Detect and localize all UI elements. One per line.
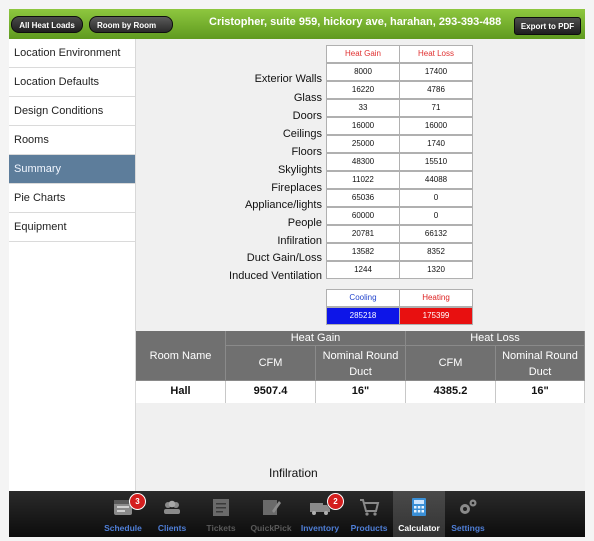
- heat-gain-value: 16220: [326, 81, 400, 99]
- tab-inventory[interactable]: 2 Inventory: [294, 491, 346, 537]
- sidebar-item-location-environment[interactable]: Location Environment: [9, 39, 135, 68]
- sidebar-item-equipment[interactable]: Equipment: [9, 213, 135, 242]
- heat-loss-value: 1740: [399, 135, 473, 153]
- tab-tickets-label: Tickets: [206, 523, 236, 533]
- tab-quickpick-label: QuickPick: [250, 523, 292, 533]
- loss-cfm-cell: 4385.2: [406, 381, 496, 403]
- clients-icon: [164, 500, 180, 514]
- tab-tickets[interactable]: Tickets: [195, 491, 247, 537]
- heat-loss-value: 66132: [399, 225, 473, 243]
- sidebar-item-design-conditions[interactable]: Design Conditions: [9, 97, 135, 126]
- tab-clients[interactable]: Clients: [146, 491, 198, 537]
- cooling-label: Cooling: [326, 289, 400, 307]
- bottom-tab-bar: 3 Schedule Clients Tickets QuickPick 2 I…: [9, 491, 585, 537]
- row-label: Appliance/lights: [244, 199, 322, 211]
- room-name-header: Room Name: [136, 331, 226, 381]
- app-window: All Heat Loads Room by Room▼ Cristopher,…: [9, 9, 585, 537]
- heat-gain-value: 16000: [326, 117, 400, 135]
- sidebar-item-pie-charts[interactable]: Pie Charts: [9, 184, 135, 213]
- row-label: Floors: [291, 146, 322, 158]
- gain-cfm-cell: 9507.4: [226, 381, 316, 403]
- tab-inventory-label: Inventory: [300, 523, 340, 533]
- gain-cfm-header: CFM: [226, 346, 316, 381]
- row-label: Induced Ventilation: [229, 270, 322, 282]
- heat-loss-value: 1320: [399, 261, 473, 279]
- tab-clients-label: Clients: [157, 523, 187, 533]
- heat-gain-header: Heat Gain: [326, 45, 400, 63]
- room-name-cell[interactable]: Hall: [136, 381, 226, 403]
- row-label: Duct Gain/Loss: [246, 252, 322, 264]
- gain-duct-cell: 16": [316, 381, 406, 403]
- export-pdf-button[interactable]: Export to PDF: [514, 17, 581, 35]
- gain-duct-header: Nominal Round Duct: [316, 346, 406, 381]
- row-label: Infilration: [277, 235, 322, 247]
- summary-panel: Heat Gain Heat Loss Exterior Walls 8000 17…: [136, 39, 585, 491]
- tab-products-label: Products: [350, 523, 388, 533]
- heat-loss-value: 44088: [399, 171, 473, 189]
- row-label: Doors: [292, 110, 322, 122]
- quickpick-icon: [263, 500, 281, 515]
- row-label: Skylights: [277, 164, 322, 176]
- heat-gain-value: 20781: [326, 225, 400, 243]
- row-label: Glass: [293, 92, 322, 104]
- heat-loss-value: 17400: [399, 63, 473, 81]
- products-icon: [360, 499, 380, 516]
- tab-calculator[interactable]: Calculator: [393, 491, 445, 537]
- row-label: Ceilings: [282, 128, 322, 140]
- heat-loss-value: 0: [399, 189, 473, 207]
- heat-gain-value: 1244: [326, 261, 400, 279]
- tab-products[interactable]: Products: [343, 491, 395, 537]
- heat-loss-value: 71: [399, 99, 473, 117]
- heat-gain-value: 25000: [326, 135, 400, 153]
- heat-loss-value: 4786: [399, 81, 473, 99]
- heat-gain-value: 48300: [326, 153, 400, 171]
- schedule-badge: 3: [129, 493, 146, 510]
- sidebar-item-rooms[interactable]: Rooms: [9, 126, 135, 155]
- selected-item-label: Infilration: [269, 466, 318, 480]
- tab-calculator-label: Calculator: [398, 523, 440, 533]
- room-by-room-dropdown[interactable]: Room by Room▼: [89, 16, 173, 47]
- heating-total: 175399: [399, 307, 473, 325]
- tab-quickpick[interactable]: QuickPick: [245, 491, 297, 537]
- heat-loss-value: 16000: [399, 117, 473, 135]
- top-bar: All Heat Loads Room by Room▼ Cristopher,…: [9, 9, 585, 47]
- sidebar: Location Environment Location Defaults D…: [9, 39, 136, 491]
- heat-gain-value: 60000: [326, 207, 400, 225]
- tab-settings[interactable]: Settings: [442, 491, 494, 537]
- heating-label: Heating: [399, 289, 473, 307]
- tickets-icon: [213, 499, 229, 516]
- heat-gain-value: 8000: [326, 63, 400, 81]
- tab-schedule[interactable]: 3 Schedule: [97, 491, 149, 537]
- settings-icon: [460, 499, 477, 514]
- heat-gain-value: 65036: [326, 189, 400, 207]
- heat-loss-header: Heat Loss: [399, 45, 473, 63]
- cooling-total: 285218: [326, 307, 400, 325]
- heat-gain-group-header: Heat Gain: [226, 331, 406, 346]
- loss-duct-cell: 16": [496, 381, 585, 403]
- sidebar-item-location-defaults[interactable]: Location Defaults: [9, 68, 135, 97]
- calculator-icon: [412, 498, 426, 516]
- heat-loss-value: 8352: [399, 243, 473, 261]
- row-label: Fireplaces: [271, 182, 322, 194]
- row-label: Exterior Walls: [254, 73, 322, 85]
- heat-gain-value: 13582: [326, 243, 400, 261]
- screen-frame: All Heat Loads Room by Room▼ Cristopher,…: [0, 0, 594, 541]
- row-label: People: [287, 217, 322, 229]
- heat-loss-group-header: Heat Loss: [406, 331, 585, 346]
- heat-loss-value: 15510: [399, 153, 473, 171]
- inventory-badge: 2: [327, 493, 344, 510]
- room-by-room-label: Room by Room: [97, 21, 157, 30]
- all-heat-loads-button[interactable]: All Heat Loads: [11, 16, 83, 33]
- sidebar-item-summary[interactable]: Summary: [9, 155, 135, 184]
- tab-settings-label: Settings: [451, 523, 485, 533]
- loss-cfm-header: CFM: [406, 346, 496, 381]
- heat-gain-value: 33: [326, 99, 400, 117]
- loss-duct-header: Nominal Round Duct: [496, 346, 585, 381]
- tab-schedule-label: Schedule: [104, 523, 142, 533]
- client-title: Cristopher, suite 959, hickory ave, hara…: [209, 16, 502, 28]
- heat-loss-value: 0: [399, 207, 473, 225]
- heat-gain-value: 11022: [326, 171, 400, 189]
